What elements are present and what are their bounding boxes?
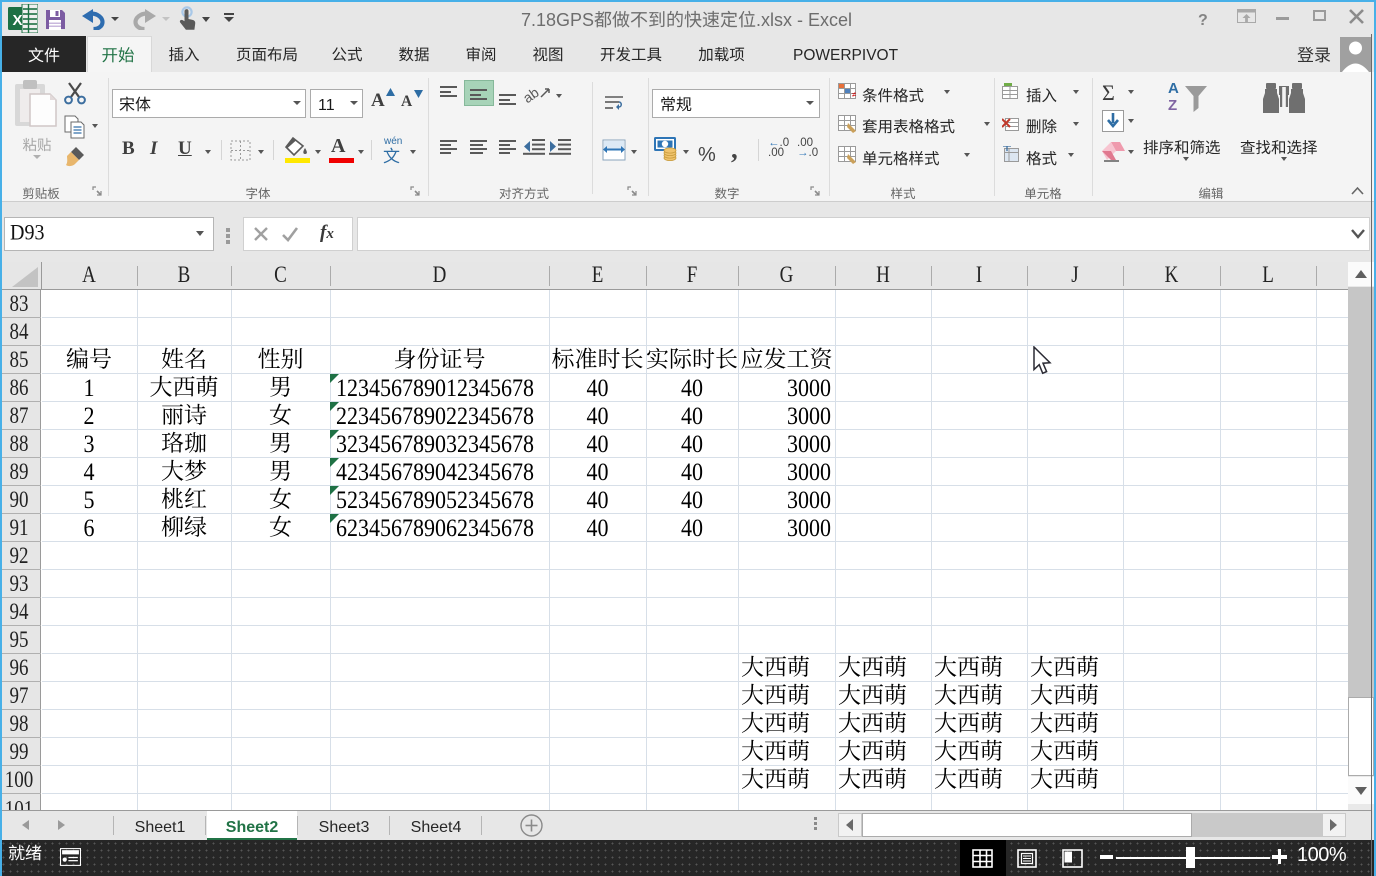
svg-text:≠: ≠: [852, 89, 857, 100]
